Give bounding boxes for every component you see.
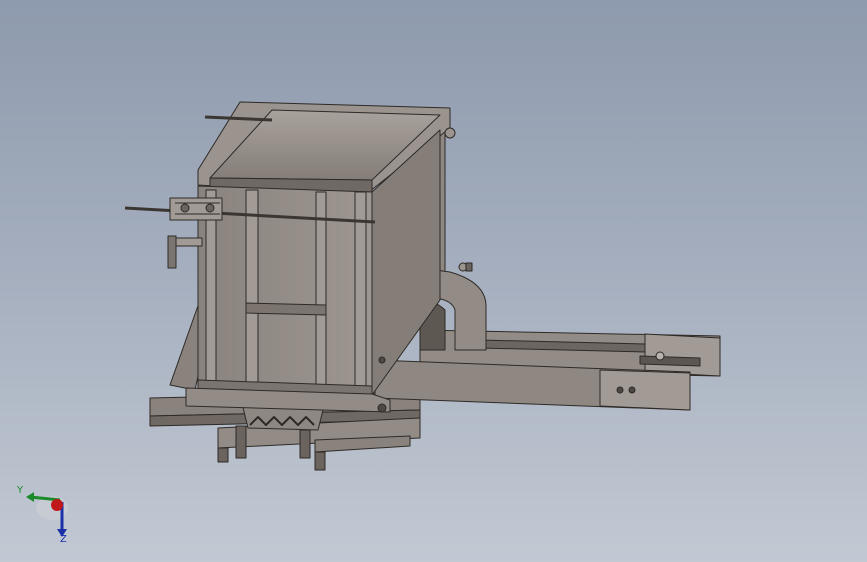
x-axis-arrow [51, 499, 63, 511]
hopper-assembly-model [124, 101, 721, 471]
orientation-triad [26, 492, 68, 537]
triad-z-label: Z [60, 534, 67, 545]
triad-y-label: Y [17, 485, 24, 496]
model-canvas[interactable] [0, 0, 867, 562]
cad-viewport[interactable]: Y Z [0, 0, 867, 562]
